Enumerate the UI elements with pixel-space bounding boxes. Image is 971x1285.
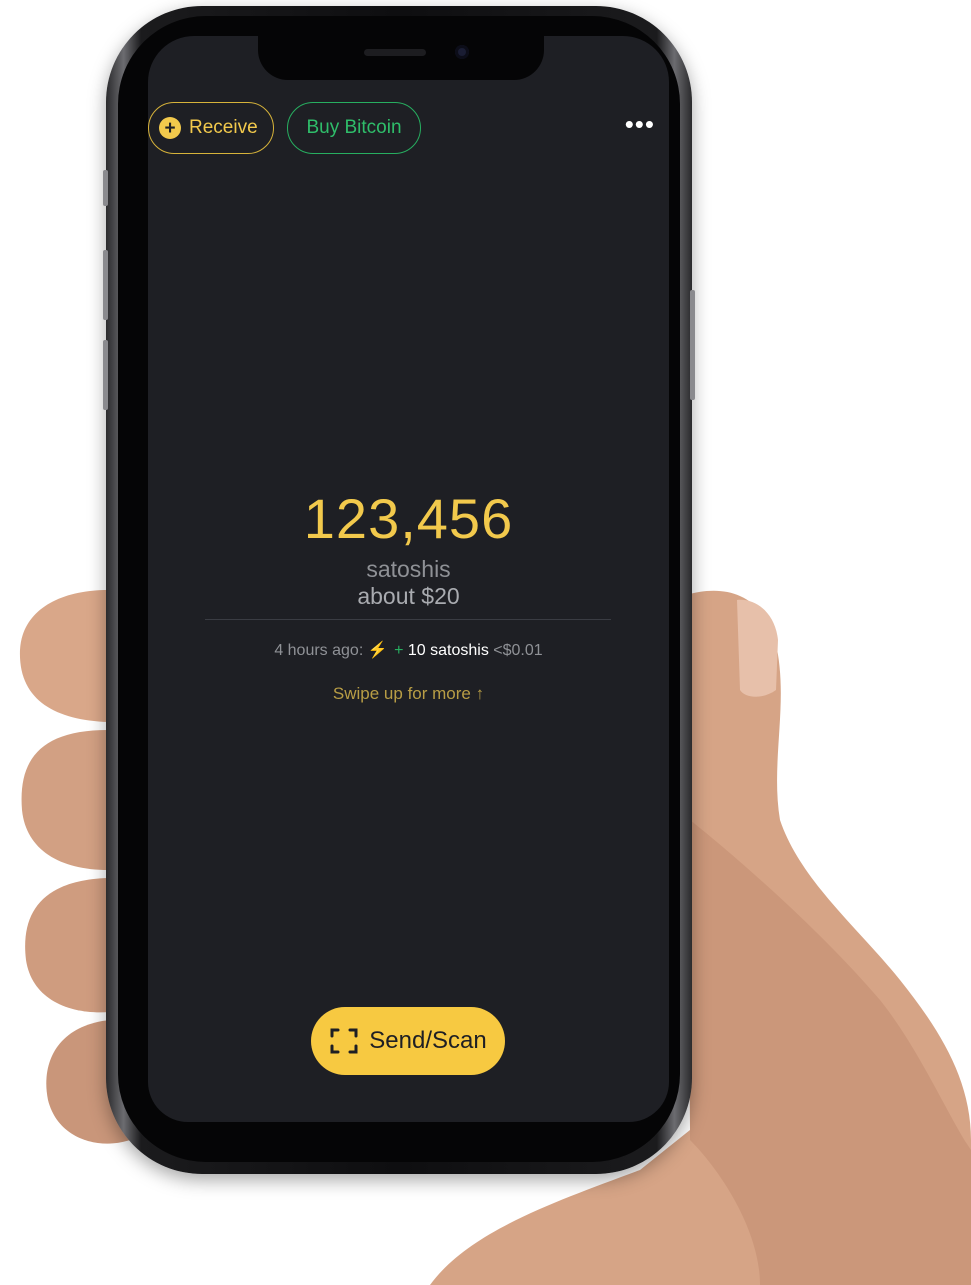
- transaction-amount: 10 satoshis: [407, 642, 489, 659]
- receive-button[interactable]: + Receive: [148, 102, 274, 154]
- divider: [205, 619, 611, 620]
- buy-bitcoin-button[interactable]: Buy Bitcoin: [287, 102, 421, 154]
- transaction-fiat: <$0.01: [493, 642, 543, 659]
- transaction-time: 4 hours ago:: [274, 642, 364, 659]
- plus-circle-icon: +: [159, 117, 181, 139]
- speaker: [364, 49, 426, 56]
- balance-unit: satoshis: [366, 556, 451, 582]
- arrow-up-icon: ↑: [475, 684, 485, 703]
- notch: [258, 34, 544, 80]
- swipe-hint-label: Swipe up for more: [332, 684, 471, 703]
- buy-bitcoin-label: Buy Bitcoin: [306, 117, 402, 138]
- receive-label: Receive: [189, 117, 258, 138]
- balance-amount: 123,456: [303, 487, 514, 550]
- scan-icon: [330, 1028, 358, 1054]
- volume-button: [103, 340, 108, 410]
- swipe-hint[interactable]: Swipe up for more ↑: [148, 684, 669, 704]
- send-scan-button[interactable]: Send/Scan: [311, 1007, 505, 1075]
- last-transaction[interactable]: 4 hours ago: ⚡ + 10 satoshis <$0.01: [148, 640, 669, 660]
- transaction-sign: +: [394, 642, 404, 659]
- balance-fiat: about $20: [357, 583, 460, 609]
- power-button: [690, 290, 695, 400]
- more-horizontal-icon[interactable]: •••: [625, 111, 655, 137]
- wallet-screen: + Receive Buy Bitcoin ••• 123,456 satosh…: [148, 86, 669, 1122]
- volume-button: [103, 250, 108, 320]
- send-scan-label: Send/Scan: [369, 1027, 487, 1054]
- lightning-icon: ⚡: [367, 642, 388, 659]
- volume-button: [103, 170, 108, 206]
- camera: [455, 45, 469, 59]
